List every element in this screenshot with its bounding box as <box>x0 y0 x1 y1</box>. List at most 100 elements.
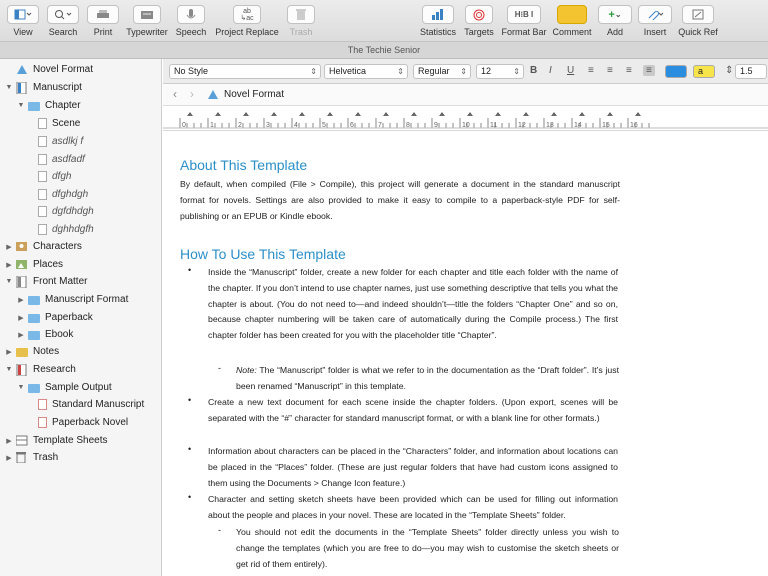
manuscript-icon <box>16 81 28 95</box>
disclosure-triangle-icon[interactable]: ▶ <box>4 437 14 445</box>
tab-stop-marker[interactable] <box>327 112 333 116</box>
search-button[interactable]: Search <box>46 5 80 37</box>
binder-item-trash[interactable]: ▶ Trash <box>4 449 58 466</box>
font-select[interactable]: Helvetica ⇕ <box>324 64 408 79</box>
trash-icon <box>287 5 315 24</box>
view-button[interactable]: View <box>6 5 40 37</box>
binder-item-chapter[interactable]: ▼ Chapter <box>16 97 81 114</box>
tab-stop-marker[interactable] <box>551 112 557 116</box>
tab-stop-marker[interactable] <box>579 112 585 116</box>
binder-item-front-matter[interactable]: ▼ Front Matter <box>4 273 87 290</box>
tab-stop-marker[interactable] <box>607 112 613 116</box>
disclosure-triangle-icon[interactable]: ▶ <box>16 331 26 339</box>
font-size-select[interactable]: 12 ⇕ <box>476 64 524 79</box>
bold-button[interactable]: B <box>530 65 537 76</box>
disclosure-triangle-icon[interactable]: ▼ <box>16 102 26 109</box>
editor-header: ‹ › Novel Format <box>163 84 768 106</box>
trash-button[interactable]: Trash <box>285 5 317 37</box>
binder-item-research[interactable]: ▼ Research <box>4 361 76 378</box>
binder-item-ebook[interactable]: ▶ Ebook <box>16 326 73 343</box>
subbullet-template-sheets: You should not edit the documents in the… <box>236 527 619 569</box>
back-arrow-icon[interactable]: ‹ <box>173 87 177 101</box>
binder-item-asdfadf[interactable]: asdfadf <box>36 151 85 168</box>
targets-button[interactable]: Targets <box>462 5 496 37</box>
binder-item-asdlkj-f[interactable]: asdlkj f <box>36 133 83 150</box>
line-spacing-select[interactable]: 1.5 <box>735 64 767 79</box>
binder-item-notes[interactable]: ▶ Notes <box>4 343 59 360</box>
tab-stop-marker[interactable] <box>523 112 529 116</box>
folder-icon <box>28 331 40 340</box>
tab-stop-marker[interactable] <box>411 112 417 116</box>
disclosure-triangle-icon[interactable]: ▼ <box>4 366 14 373</box>
tab-stop-marker[interactable] <box>215 112 221 116</box>
folder-icon <box>28 296 40 305</box>
binder-item-manuscript-format[interactable]: ▶ Manuscript Format <box>16 291 128 308</box>
binder-item-novel-format[interactable]: Novel Format <box>4 61 93 78</box>
disclosure-triangle-icon[interactable]: ▶ <box>16 314 26 322</box>
pdf-document-icon <box>38 417 47 428</box>
binder-item-standard-manuscript[interactable]: Standard Manuscript <box>36 396 144 413</box>
align-left-icon[interactable]: ≡ <box>588 65 594 76</box>
align-center-icon[interactable]: ≡ <box>607 65 613 76</box>
disclosure-triangle-icon[interactable]: ▶ <box>4 261 14 269</box>
speech-button[interactable]: Speech <box>174 5 208 37</box>
bullet-marker: • <box>188 395 192 405</box>
binder-item-characters[interactable]: ▶ Characters <box>4 238 82 255</box>
tab-stop-marker[interactable] <box>271 112 277 116</box>
add-button[interactable]: + ⌄ Add <box>597 5 633 37</box>
ruler[interactable]: 0 1 2 3 4 5 6 7 8 9 10 11 12 13 14 15 16 <box>163 106 768 131</box>
binder-item-manuscript[interactable]: ▼ Manuscript <box>4 79 82 96</box>
chevron-updown-icon: ⇕ <box>460 67 467 76</box>
text-color-swatch[interactable] <box>665 65 687 78</box>
print-button[interactable]: Print <box>86 5 120 37</box>
paperclip-icon <box>638 5 672 24</box>
font-weight-select[interactable]: Regular ⇕ <box>413 64 471 79</box>
binder-item-places[interactable]: ▶ Places <box>4 256 63 273</box>
tab-stop-marker[interactable] <box>439 112 445 116</box>
line-spacing-icon: ⇕ <box>725 65 734 76</box>
tab-stop-marker[interactable] <box>299 112 305 116</box>
statistics-button[interactable]: Statistics <box>418 5 458 37</box>
binder-item-dghhdgfh[interactable]: dghhdgfh <box>36 221 94 238</box>
highlight-swatch[interactable]: a <box>693 65 715 78</box>
comment-button[interactable]: Comment <box>552 5 592 37</box>
tab-stop-marker[interactable] <box>635 112 641 116</box>
chevron-updown-icon: ⇕ <box>397 67 404 76</box>
tab-stop-marker[interactable] <box>355 112 361 116</box>
project-replace-button[interactable]: ab ↳ac Project Replace <box>214 5 280 37</box>
forward-arrow-icon[interactable]: › <box>190 87 194 101</box>
disclosure-triangle-icon[interactable]: ▶ <box>4 243 14 251</box>
binder-item-dfgh[interactable]: dfgh <box>36 168 71 185</box>
binder-item-dgfdhdgh[interactable]: dgfdhdgh <box>36 203 94 220</box>
bullet-manuscript-folder: Inside the “Manuscript” folder, create a… <box>208 267 619 341</box>
align-right-icon[interactable]: ≡ <box>626 65 632 76</box>
italic-button[interactable]: I <box>549 65 552 76</box>
underline-button[interactable]: U <box>567 65 574 76</box>
binder-item-paperback[interactable]: ▶ Paperback <box>16 309 93 326</box>
style-select[interactable]: No Style ⇕ <box>169 64 321 79</box>
tab-stop-marker[interactable] <box>495 112 501 116</box>
disclosure-triangle-icon[interactable]: ▼ <box>4 278 14 285</box>
front-matter-icon <box>16 275 28 289</box>
disclosure-triangle-icon[interactable]: ▶ <box>16 296 26 304</box>
editor-text-area[interactable]: About This Template By default, when com… <box>163 131 768 576</box>
tab-stop-marker[interactable] <box>243 112 249 116</box>
binder-item-sample-output[interactable]: ▼ Sample Output <box>16 379 112 396</box>
disclosure-triangle-icon[interactable]: ▼ <box>4 84 14 91</box>
disclosure-triangle-icon[interactable]: ▶ <box>4 348 14 356</box>
format-bar-button[interactable]: H⁝B I Format Bar <box>501 5 547 37</box>
chevron-updown-icon: ⇕ <box>513 67 520 76</box>
binder-item-scene[interactable]: Scene <box>36 115 80 132</box>
quick-ref-button[interactable]: Quick Ref <box>677 5 719 37</box>
insert-button[interactable]: Insert <box>638 5 672 37</box>
disclosure-triangle-icon[interactable]: ▼ <box>16 384 26 391</box>
binder-item-template-sheets[interactable]: ▶ Template Sheets <box>4 432 107 449</box>
disclosure-triangle-icon[interactable]: ▶ <box>4 454 14 462</box>
tab-stop-marker[interactable] <box>383 112 389 116</box>
binder-item-dfghdgh[interactable]: dfghdgh <box>36 186 88 203</box>
typewriter-button[interactable]: Typewriter <box>126 5 168 37</box>
tab-stop-marker[interactable] <box>467 112 473 116</box>
binder-item-paperback-novel[interactable]: Paperback Novel <box>36 414 128 431</box>
tab-stop-marker[interactable] <box>187 112 193 116</box>
justify-icon[interactable]: ≡ <box>643 65 655 76</box>
